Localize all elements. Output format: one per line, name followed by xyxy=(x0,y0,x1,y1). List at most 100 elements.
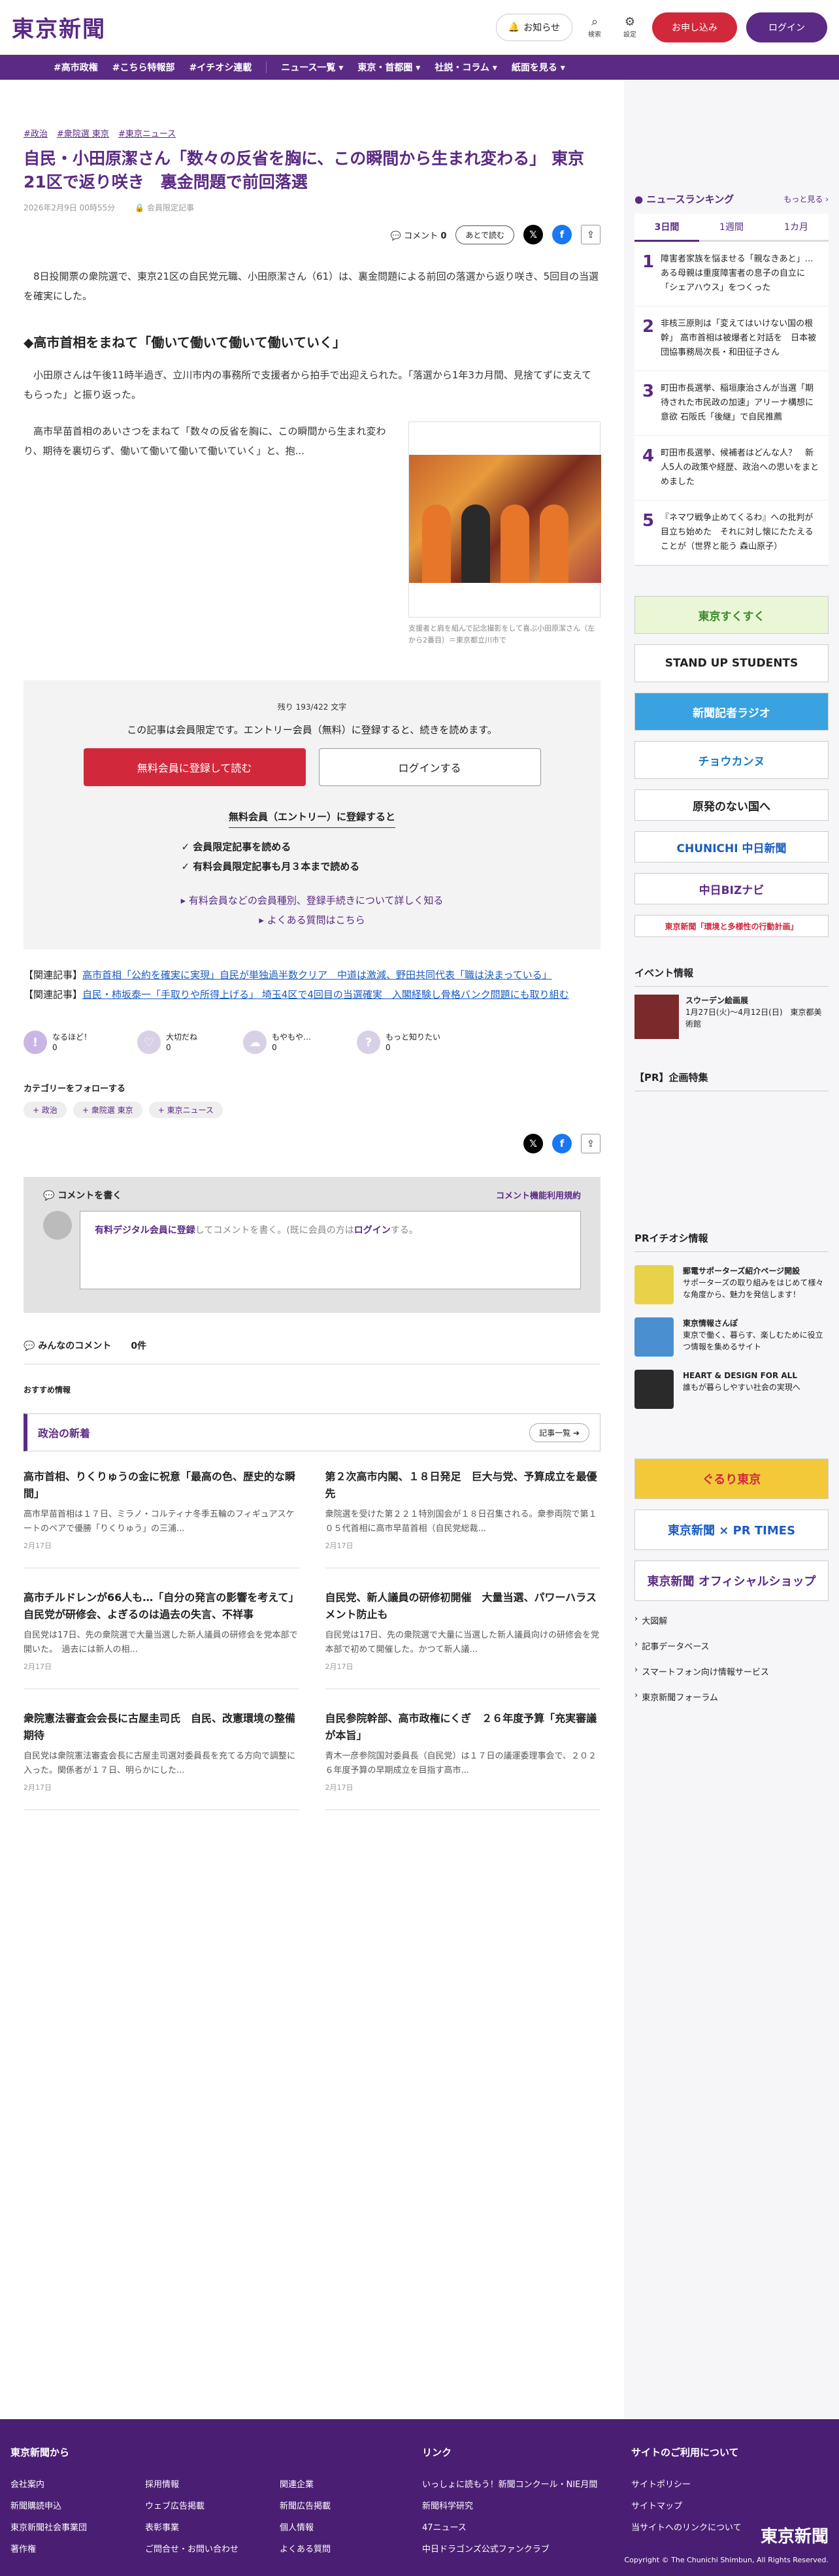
sidebar-banner[interactable]: 東京新聞 × PR TIMES xyxy=(634,1510,829,1550)
sidebar-banner[interactable]: 東京新聞 オフィシャルショップ xyxy=(634,1560,829,1601)
faq-link[interactable]: ▸ よくある質問はこちら xyxy=(47,910,577,930)
sidebar-link[interactable]: › 記事データベース xyxy=(634,1640,829,1652)
save-later-button[interactable]: あとで読む xyxy=(455,225,514,244)
article-card-title[interactable]: 高市首相、りくりゅうの金に祝意「最高の色、歴史的な瞬間」 xyxy=(24,1468,299,1502)
subscribe-button[interactable]: お申し込み xyxy=(652,12,737,42)
article-card[interactable]: 高市首相、りくりゅうの金に祝意「最高の色、歴史的な瞬間」 高市早苗首相は１７日、ミ… xyxy=(24,1468,299,1568)
article-card[interactable]: 衆院憲法審査会会長に古屋圭司氏 自民、改憲環境の整備期待 自民党は衆院憲法審査会長… xyxy=(24,1710,299,1810)
nav-item[interactable]: #イチオシ連載 xyxy=(189,61,252,74)
pr-item[interactable]: 郵電サポーターズ紹介ページ開設 サポーターズの取り組みをはじめて様々な角度から、魅… xyxy=(634,1265,829,1304)
sidebar-banner[interactable]: 中日BIZナビ xyxy=(634,873,829,904)
article-card-title[interactable]: 自民党、新人議員の研修初開催 大量当選、パワーハラスメント防止も xyxy=(325,1589,601,1623)
search-button[interactable]: ⌕ 検索 xyxy=(582,16,608,39)
sidebar-link[interactable]: › 東京新聞フォーラム xyxy=(634,1691,829,1703)
nav-item[interactable]: ニュース一覧 ▾ xyxy=(281,61,343,74)
footer-link[interactable]: 著作権 xyxy=(10,2542,145,2554)
footer-link[interactable]: 中日ドラゴンズ公式ファンクラブ xyxy=(422,2542,631,2554)
tab-1month[interactable]: 1カ月 xyxy=(764,214,829,240)
follow-chip[interactable]: + 政治 xyxy=(24,1102,67,1118)
article-photo[interactable] xyxy=(408,421,601,618)
comment-link[interactable]: 💬 コメント 0 xyxy=(391,229,447,241)
facebook-share-icon[interactable]: f xyxy=(552,225,572,244)
comment-input[interactable]: 有料デジタル会員に登録してコメントを書く。(既に会員の方はログインする。 xyxy=(80,1211,581,1289)
nav-item[interactable]: 紙面を見る ▾ xyxy=(512,61,565,74)
free-register-button[interactable]: 無料会員に登録して読む xyxy=(83,748,306,786)
login-button[interactable]: ログイン xyxy=(746,12,827,42)
related-link[interactable]: 自民・柿坂泰一「手取りや所得上げる」 埼玉4区で4回目の当選確実 入閣経験し骨格… xyxy=(82,989,569,1000)
sidebar-banner[interactable]: 原発のない国へ xyxy=(634,789,829,821)
article-card-title[interactable]: 第２次高市内閣、１８日発足 巨大与党、予算成立を最優先 xyxy=(325,1468,601,1502)
reaction-button[interactable]: ! なるほど！ 0 xyxy=(24,1031,91,1054)
footer-link[interactable]: よくある質問 xyxy=(280,2542,414,2554)
ranking-item[interactable]: 4 町田市長選挙、候補者はどんな人？ 新人5人の政策や経歴、政治への思いをまとめま… xyxy=(634,436,829,501)
sidebar-banner[interactable]: ぐるり東京 xyxy=(634,1459,829,1499)
footer-link[interactable]: 47ニュース xyxy=(422,2520,631,2533)
tab-1week[interactable]: 1週間 xyxy=(699,214,764,240)
paywall-login-button[interactable]: ログインする xyxy=(318,748,541,786)
tag-link[interactable]: #衆院選 東京 xyxy=(57,127,109,139)
related-link[interactable]: 高市首相「公約を確実に実現」自民が単独過半数クリア 中道は激減、野田共同代表「職… xyxy=(82,969,552,981)
ranking-item[interactable]: 5 『ネマワ戦争止めてくるわ』への批判が目立ち始めた それに対し懐にたたえることが… xyxy=(634,501,829,565)
article-card[interactable]: 高市チルドレンが66人も…「自分の発言の影響を考えて」自民党が研修会、よぎるのは… xyxy=(24,1589,299,1689)
membership-info-link[interactable]: ▸ 有料会員などの会員種別、登録手続きについて詳しく知る xyxy=(47,891,577,910)
x-share-icon[interactable]: 𝕏 xyxy=(523,225,543,244)
footer-link[interactable]: いっしょに読もう！新聞コンクール・NIE月間 xyxy=(422,2477,631,2490)
footer-link[interactable]: 新聞購読申込 xyxy=(10,2499,145,2511)
ranking-item[interactable]: 1 障害者家族を悩ませる「親なきあと」…ある母親は重度障害者の息子の自立に「シェア… xyxy=(634,242,829,306)
facebook-share-icon[interactable]: f xyxy=(552,1134,572,1153)
article-card[interactable]: 第２次高市内閣、１８日発足 巨大与党、予算成立を最優先 衆院選を受けた第２２１特別… xyxy=(325,1468,601,1568)
nav-item[interactable]: #高市政権 xyxy=(54,61,98,74)
footer-link[interactable]: 当サイトへのリンクについて xyxy=(631,2520,742,2533)
tag-link[interactable]: #東京ニュース xyxy=(118,127,176,139)
footer-link[interactable]: 東京新聞社会事業団 xyxy=(10,2520,145,2533)
footer-link[interactable]: ウェブ広告掲載 xyxy=(145,2499,280,2511)
article-card[interactable]: 自民党、新人議員の研修初開催 大量当選、パワーハラスメント防止も 自民党は17日、… xyxy=(325,1589,601,1689)
nav-item[interactable]: 社説・コラム ▾ xyxy=(435,61,497,74)
footer-link[interactable]: 表彰事業 xyxy=(145,2520,280,2533)
sidebar-link[interactable]: › 大図解 xyxy=(634,1614,829,1627)
notice-button[interactable]: 🔔 お知らせ xyxy=(495,13,572,41)
reaction-button[interactable]: ? もっと知りたい 0 xyxy=(357,1031,440,1054)
sidebar-banner[interactable]: CHUNICHI 中日新聞 xyxy=(634,831,829,863)
footer-link[interactable]: サイトマップ xyxy=(631,2499,742,2511)
comment-rules-link[interactable]: コメント機能利用規約 xyxy=(496,1189,581,1202)
share-icon[interactable]: ⇪ xyxy=(581,225,600,244)
article-card-title[interactable]: 衆院憲法審査会会長に古屋圭司氏 自民、改憲環境の整備期待 xyxy=(24,1710,299,1744)
reaction-button[interactable]: ♡ 大切だね 0 xyxy=(137,1031,197,1054)
site-logo[interactable]: 東京新聞 xyxy=(12,11,106,43)
section-more-button[interactable]: 記事一覧 ➔ xyxy=(529,1423,589,1442)
article-card-title[interactable]: 高市チルドレンが66人も…「自分の発言の影響を考えて」自民党が研修会、よぎるのは… xyxy=(24,1589,299,1623)
sidebar-link[interactable]: › スマートフォン向け情報サービス xyxy=(634,1665,829,1677)
follow-chip[interactable]: + 衆院選 東京 xyxy=(73,1102,142,1118)
footer-link[interactable]: 新聞広告掲載 xyxy=(280,2499,414,2511)
article-card-title[interactable]: 自民参院幹部、高市政権にくぎ ２６年度予算「充実審議が本旨」 xyxy=(325,1710,601,1744)
nav-item[interactable]: #こちら特報部 xyxy=(112,61,175,74)
footer-link[interactable]: ご問合せ・お問い合わせ xyxy=(145,2542,280,2554)
pr-item[interactable]: 東京情報さんぽ 東京で働く、暮らす、楽しむために役立つ情報を集めるサイト xyxy=(634,1317,829,1357)
ranking-more-link[interactable]: もっと見る › xyxy=(783,193,829,205)
settings-button[interactable]: ⚙ 設定 xyxy=(617,16,643,39)
article-card[interactable]: 自民参院幹部、高市政権にくぎ ２６年度予算「充実審議が本旨」 青木一彦参院国対委員… xyxy=(325,1710,601,1810)
sidebar-banner[interactable]: 東京すくすく xyxy=(634,596,829,634)
sidebar-banner[interactable]: STAND UP STUDENTS xyxy=(634,644,829,682)
reaction-button[interactable]: ☁ もやもや… 0 xyxy=(243,1031,311,1054)
footer-link[interactable]: 会社案内 xyxy=(10,2477,145,2490)
footer-logo[interactable]: 東京新聞 xyxy=(761,2523,829,2547)
sidebar-banner[interactable]: 東京新聞「環境と多様性の行動計画」 xyxy=(634,915,829,937)
footer-link[interactable]: 採用情報 xyxy=(145,2477,280,2490)
pr-item[interactable]: HEART & DESIGN FOR ALL 誰もが暮らしやすい社会の実現へ xyxy=(634,1370,829,1409)
event-item[interactable]: スウーデン絵画展 1月27日(火)〜4月12日(日) 東京都美術館 xyxy=(634,995,829,1039)
nav-item[interactable]: 東京・首都圏 ▾ xyxy=(357,61,420,74)
sidebar-banner[interactable]: チョウカンヌ xyxy=(634,741,829,779)
x-share-icon[interactable]: 𝕏 xyxy=(523,1134,543,1153)
footer-link[interactable]: 新聞科学研究 xyxy=(422,2499,631,2511)
share-icon[interactable]: ⇪ xyxy=(581,1134,600,1153)
follow-chip[interactable]: + 東京ニュース xyxy=(148,1102,223,1118)
footer-link[interactable]: 関連企業 xyxy=(280,2477,414,2490)
ranking-item[interactable]: 2 非核三原則は「変えてはいけない国の根幹」 高市首相は被爆者と対話を 日本被団協… xyxy=(634,306,829,371)
footer-link[interactable]: サイトポリシー xyxy=(631,2477,742,2490)
ranking-item[interactable]: 3 町田市長選挙、稲垣康治さんが当選「期待された市民政の加速」アリーナ構想に意欲 … xyxy=(634,371,829,436)
sidebar-banner[interactable]: 新聞記者ラジオ xyxy=(634,693,829,731)
footer-link[interactable]: 個人情報 xyxy=(280,2520,414,2533)
tag-link[interactable]: #政治 xyxy=(24,127,48,139)
